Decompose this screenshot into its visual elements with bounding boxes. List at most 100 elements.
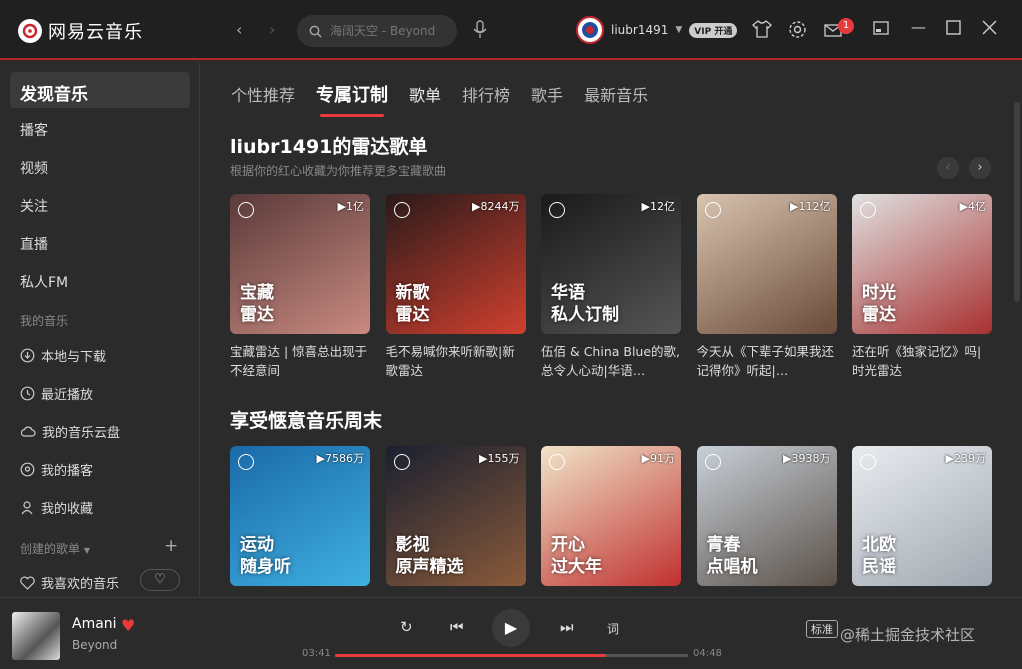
add-playlist-icon[interactable]: +	[164, 536, 178, 556]
search-box[interactable]	[297, 15, 457, 47]
weekend-section-title[interactable]: 享受惬意音乐周末	[230, 406, 382, 433]
sidebar-item-discover[interactable]: 发现音乐	[10, 72, 190, 108]
quality-button[interactable]: 标准	[806, 620, 838, 638]
tab-charts[interactable]: 排行榜	[462, 82, 510, 108]
progress-fill	[335, 654, 607, 657]
mini-player-icon[interactable]	[873, 20, 889, 36]
sidebar-item-follow[interactable]: 关注	[20, 196, 48, 216]
section-my-music: 我的音乐	[20, 314, 69, 328]
netease-mark-icon	[704, 454, 721, 470]
playlist-cover[interactable]: ▶155万影视 原声精选	[385, 446, 526, 586]
playlist-card[interactable]: ▶3938万 青春 点唱机	[696, 446, 837, 586]
section-created-playlists[interactable]: 创建的歌单 ▼	[20, 540, 90, 557]
prev-page-button[interactable]: ‹	[937, 157, 959, 179]
forward-arrow-icon[interactable]: ›	[269, 20, 275, 39]
netease-mark-icon	[238, 202, 254, 218]
tab-recommend[interactable]: 个性推荐	[231, 82, 295, 108]
app-title: 网易云音乐	[48, 22, 143, 43]
vip-badge[interactable]: VIP 开通	[689, 22, 738, 38]
sidebar-item-recent[interactable]: 最近播放	[20, 384, 93, 403]
search-input[interactable]	[328, 23, 448, 39]
song-title[interactable]: Amani	[72, 616, 117, 632]
progress-bar[interactable]	[335, 654, 688, 657]
repeat-icon[interactable]: ↻	[400, 618, 413, 636]
cover-title: 青春 点唱机	[706, 535, 758, 577]
album-cover[interactable]	[12, 612, 60, 660]
tab-new-music[interactable]: 最新音乐	[584, 82, 648, 108]
previous-track-icon[interactable]: ⏮	[450, 618, 464, 636]
voice-search-icon[interactable]	[472, 20, 488, 40]
sidebar-item-podcast[interactable]: 播客	[20, 120, 48, 140]
lyrics-button[interactable]: 词	[607, 620, 619, 637]
tab-playlists[interactable]: 歌单	[409, 82, 441, 108]
sidebar-item-video[interactable]: 视频	[20, 158, 48, 178]
playlist-cover[interactable]: ▶239万 北欧 民谣	[852, 446, 992, 586]
gear-icon[interactable]	[788, 20, 807, 39]
playlist-cover[interactable]: ▶91万 开心 过大年	[541, 446, 681, 586]
playlist-description[interactable]: 宝藏雷达 | 惊喜总出现于不经意间	[230, 342, 370, 382]
cover-title: 新歌 雷达	[395, 283, 430, 325]
user-profile[interactable]: liubr1491 ▼ VIP 开通	[576, 16, 738, 44]
cover-title: 运动 随身听	[240, 535, 291, 577]
playlist-cover[interactable]: ▶1亿 宝藏 雷达	[230, 194, 370, 334]
playlist-card[interactable]: ▶1亿 宝藏 雷达宝藏雷达 | 惊喜总出现于不经意间	[230, 194, 370, 382]
playlist-description[interactable]: 今天从《下辈子如果我还记得你》听起|…	[697, 342, 837, 382]
play-button[interactable]: ▶	[492, 609, 530, 647]
skin-icon[interactable]	[752, 20, 772, 38]
playlist-description[interactable]: 伍佰 & China Blue的歌,总令人心动|华语…	[541, 342, 681, 382]
playlist-cover[interactable]: ▶8244万 新歌 雷达	[385, 194, 526, 334]
playlist-card[interactable]: ▶91万 开心 过大年	[541, 446, 681, 586]
app-logo[interactable]: 网易云音乐	[18, 18, 143, 44]
sidebar-item-fm[interactable]: 私人FM	[20, 272, 68, 292]
radar-section-title[interactable]: liubr1491的雷达歌单	[230, 132, 427, 159]
playlist-cover[interactable]: ▶4亿 时光 雷达	[852, 194, 992, 334]
heart-icon[interactable]: ♥	[121, 616, 135, 635]
close-icon[interactable]	[982, 20, 997, 35]
title-bar: 网易云音乐 ‹ › liubr1491 ▼ VIP 开通 1 —	[0, 0, 1022, 60]
playlist-card[interactable]: ▶7586万 运动 随身听	[230, 446, 370, 586]
playlist-cover[interactable]: ▶3938万 青春 点唱机	[696, 446, 837, 586]
playlist-description[interactable]: 还在听《独家记忆》吗|时光雷达	[852, 342, 992, 382]
scrollbar[interactable]	[1014, 102, 1020, 302]
sidebar-item-cloud[interactable]: 我的音乐云盘	[20, 422, 120, 441]
playlist-card[interactable]: ▶8244万 新歌 雷达毛不易喊你来听新歌|新歌雷达	[385, 194, 526, 382]
heart-outline-icon	[20, 576, 35, 590]
netease-mark-icon	[238, 454, 254, 470]
playlist-cover[interactable]: ▶112亿	[696, 194, 837, 334]
maximize-icon[interactable]	[946, 20, 961, 35]
playlist-cover[interactable]: ▶7586万 运动 随身听	[230, 446, 370, 586]
cover-title: 影视 原声精选	[395, 535, 464, 577]
next-track-icon[interactable]: ⏭	[560, 618, 574, 636]
playlist-card[interactable]: ▶112亿今天从《下辈子如果我还记得你》听起|…	[696, 194, 837, 382]
playlist-card[interactable]: ▶12亿 华语 私人订制伍佰 & China Blue的歌,总令人心动|华语…	[541, 194, 681, 382]
minimize-icon[interactable]: —	[911, 18, 926, 36]
playlist-card[interactable]: ▶155万影视 原声精选	[385, 446, 526, 586]
sidebar-item-live[interactable]: 直播	[20, 234, 48, 254]
playlist-card[interactable]: ▶4亿 时光 雷达还在听《独家记忆》吗|时光雷达	[852, 194, 992, 382]
sidebar-item-local[interactable]: 本地与下载	[20, 346, 106, 365]
next-page-button[interactable]: ›	[969, 157, 991, 179]
song-artist[interactable]: Beyond	[72, 638, 117, 652]
playlist-card[interactable]: ▶239万 北欧 民谣	[852, 446, 992, 586]
username[interactable]: liubr1491	[611, 23, 668, 37]
avatar[interactable]	[576, 16, 604, 44]
tab-artists[interactable]: 歌手	[531, 82, 563, 108]
back-arrow-icon[interactable]: ‹	[236, 20, 242, 39]
sidebar-item-liked[interactable]: 我喜欢的音乐	[20, 573, 119, 592]
sidebar: 发现音乐 播客 视频 关注 直播 私人FM 我的音乐 本地与下载 最近播放 我的…	[0, 62, 200, 597]
radar-section-subtitle: 根据你的红心收藏为你推荐更多宝藏歌曲	[230, 164, 447, 178]
sidebar-item-favorites[interactable]: 我的收藏	[20, 498, 93, 517]
cover-title: 开心 过大年	[551, 535, 602, 577]
total-time: 04:48	[693, 648, 722, 659]
sidebar-item-label: 我的收藏	[41, 502, 94, 517]
play-count: ▶239万	[945, 452, 986, 465]
play-count: ▶155万	[479, 452, 520, 465]
chevron-down-icon[interactable]: ▼	[675, 25, 682, 35]
playlist-description[interactable]: 毛不易喊你来听新歌|新歌雷达	[386, 342, 526, 382]
tab-custom[interactable]: 专属订制	[316, 81, 388, 117]
cover-title: 宝藏 雷达	[240, 283, 274, 325]
playlist-cover[interactable]: ▶12亿 华语 私人订制	[541, 194, 681, 334]
search-icon	[309, 25, 322, 37]
heartbeat-mode-button[interactable]: ♡	[140, 569, 180, 591]
sidebar-item-my-podcast[interactable]: 我的播客	[20, 460, 93, 479]
